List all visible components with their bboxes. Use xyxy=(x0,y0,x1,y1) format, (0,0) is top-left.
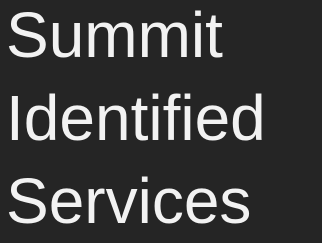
title-line-3: Services xyxy=(6,165,252,237)
title-line-2: Identified xyxy=(6,82,266,154)
title-line-1: Summit xyxy=(6,0,223,71)
title-text-block: Summit Identified Services xyxy=(6,0,322,243)
